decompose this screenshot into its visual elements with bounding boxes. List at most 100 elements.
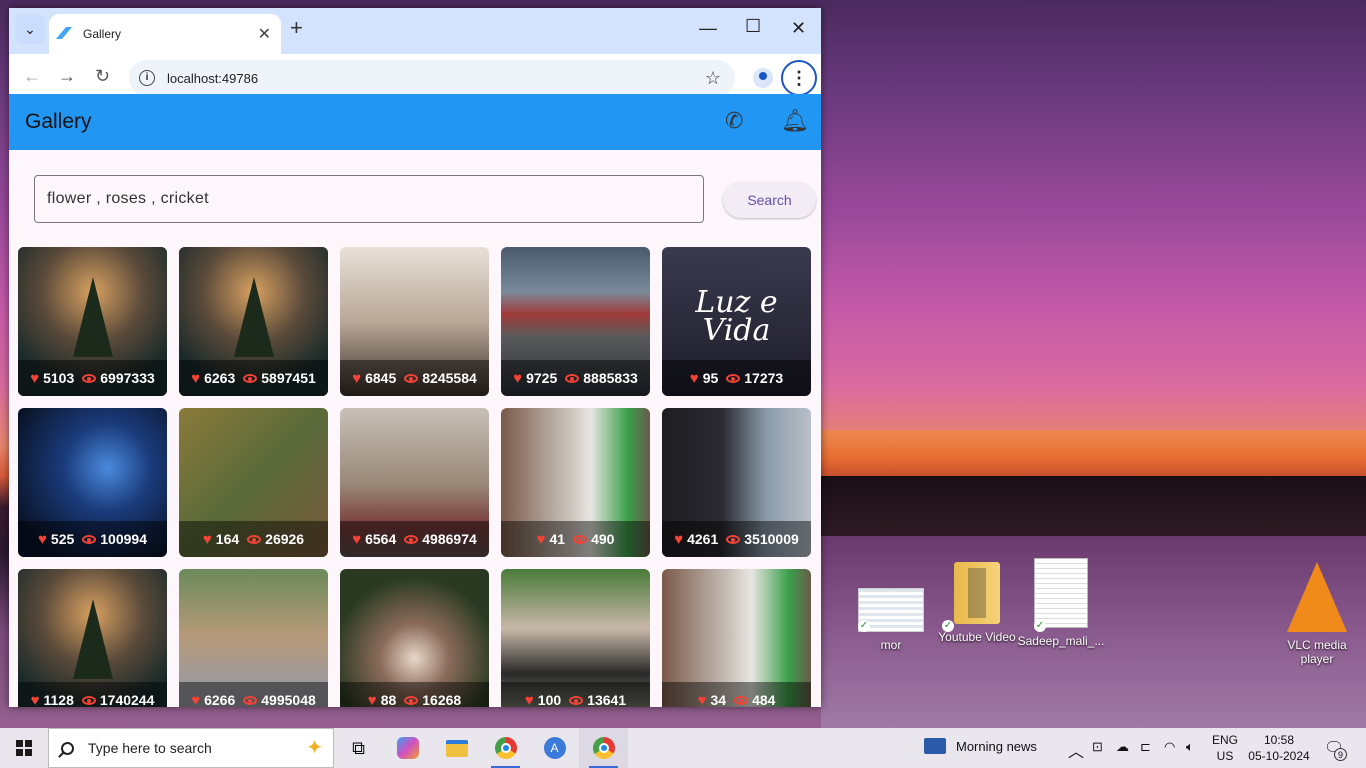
- file-explorer-button[interactable]: [432, 728, 481, 768]
- language-indicator[interactable]: ENG US: [1212, 732, 1238, 764]
- windows-logo-icon: [16, 740, 32, 756]
- heart-icon: ♥: [191, 369, 201, 387]
- folder-icon: [445, 739, 468, 757]
- views-count: 16268: [422, 692, 462, 707]
- network-device-icon[interactable]: ⊏: [1140, 739, 1151, 755]
- forward-button[interactable]: →: [58, 66, 76, 87]
- task-view-icon: ⧉: [352, 737, 365, 758]
- gallery-card[interactable]: ♥ 4261 3510009: [662, 408, 811, 557]
- bookmark-star-icon[interactable]: ☆: [705, 68, 721, 89]
- eye-icon: [569, 695, 584, 705]
- desktop-icon-youtube-video[interactable]: ✓ Youtube Video: [932, 562, 1022, 644]
- views-count: 4995048: [261, 692, 316, 707]
- chevron-down-icon: ⌄: [24, 20, 36, 37]
- gallery-card[interactable]: ♥ 6263 5897451: [179, 247, 328, 396]
- start-button[interactable]: [0, 728, 48, 768]
- app-bar: Gallery ✆ 🔔︎: [9, 94, 821, 150]
- taskbar-search-box[interactable]: Type here to search ✦: [48, 728, 334, 768]
- gallery-card[interactable]: ♥ 100 13641: [501, 569, 650, 707]
- desktop-icon-label: VLC media player: [1287, 638, 1347, 666]
- chrome-icon: [494, 737, 517, 759]
- android-studio-button[interactable]: A: [530, 728, 579, 768]
- gallery-card[interactable]: ♥ 6845 8245584: [340, 247, 489, 396]
- eye-icon: [726, 373, 741, 383]
- tab-gallery[interactable]: Gallery ✕: [49, 14, 281, 54]
- gallery-card[interactable]: ♥ 164 26926: [179, 408, 328, 557]
- news-icon: [924, 738, 946, 754]
- taskbar: Type here to search ✦ ⧉ A Morning news ︿…: [0, 728, 1366, 768]
- clock[interactable]: 10:58 05-10-2024: [1248, 732, 1310, 764]
- views-count: 1740244: [99, 692, 155, 707]
- eye-icon: [82, 373, 97, 383]
- card-stats: ♥ 4261 3510009: [662, 521, 811, 557]
- tab-search-dropdown[interactable]: ⌄: [15, 14, 45, 44]
- gallery-card[interactable]: Luz e Vida ♥ 95 17273: [662, 247, 811, 396]
- url-text: localhost:49786: [167, 70, 259, 86]
- search-button[interactable]: Search: [723, 182, 816, 218]
- heart-icon: ♥: [367, 691, 377, 708]
- task-view-button[interactable]: ⧉: [334, 728, 383, 768]
- onedrive-icon[interactable]: ☁: [1116, 739, 1129, 755]
- eye-icon: [82, 534, 97, 544]
- address-bar[interactable]: i localhost:49786 ☆: [129, 60, 735, 96]
- eye-icon: [243, 373, 258, 383]
- gallery-card[interactable]: ♥ 88 16268: [340, 569, 489, 707]
- eye-icon: [565, 373, 580, 383]
- reload-button[interactable]: ↻: [95, 66, 110, 87]
- flutter-favicon-icon: [59, 27, 73, 41]
- card-stats: ♥ 6266 4995048: [179, 682, 328, 707]
- card-stats: ♥ 6564 4986974: [340, 521, 489, 557]
- gallery-card[interactable]: ♥ 525 100994: [18, 408, 167, 557]
- back-button[interactable]: ←: [23, 66, 41, 87]
- gallery-card[interactable]: ♥ 1128 1740244: [18, 569, 167, 707]
- gallery-card[interactable]: ♥ 34 484: [662, 569, 811, 707]
- copilot-button[interactable]: [383, 728, 432, 768]
- gallery-card[interactable]: ♥ 9725 8885833: [501, 247, 650, 396]
- gallery-card[interactable]: ♥ 6266 4995048: [179, 569, 328, 707]
- wallpaper-sunset-glow: [821, 430, 1366, 478]
- bell-icon[interactable]: 🔔︎: [781, 108, 809, 134]
- card-stats: ♥ 41 490: [501, 521, 650, 557]
- views-count: 6997333: [100, 370, 155, 386]
- chrome-taskbar-button-2[interactable]: [579, 728, 628, 768]
- close-tab-icon[interactable]: ✕: [258, 24, 271, 44]
- profile-avatar-icon[interactable]: [753, 68, 773, 88]
- browser-menu-button[interactable]: ⋮: [781, 60, 817, 96]
- minimize-button[interactable]: —: [699, 18, 717, 39]
- maximize-button[interactable]: ☐: [745, 16, 761, 37]
- views-count: 4986974: [422, 531, 477, 547]
- close-window-button[interactable]: ✕: [791, 18, 806, 39]
- wifi-icon[interactable]: ◠: [1164, 739, 1175, 755]
- gallery-card[interactable]: ♥ 6564 4986974: [340, 408, 489, 557]
- notification-center-button[interactable]: 🗨︎ 9: [1324, 738, 1347, 761]
- phone-icon[interactable]: ✆: [725, 108, 743, 134]
- likes-count: 41: [549, 531, 566, 547]
- meet-icon[interactable]: ⊡: [1092, 739, 1103, 755]
- show-hidden-icons-button[interactable]: ︿: [1068, 738, 1084, 762]
- sync-check-icon: ✓: [942, 620, 954, 632]
- news-widget[interactable]: Morning news: [924, 738, 1037, 754]
- volume-icon[interactable]: 🔈︎: [1186, 739, 1194, 755]
- search-row: Search: [9, 150, 821, 245]
- clock-date: 05-10-2024: [1248, 749, 1310, 763]
- copilot-icon: [396, 737, 419, 759]
- new-tab-button[interactable]: +: [290, 17, 303, 39]
- desktop-icon-vlc[interactable]: VLC media player: [1272, 562, 1362, 666]
- site-info-icon[interactable]: i: [139, 70, 155, 86]
- chrome-taskbar-button-1[interactable]: [481, 728, 530, 768]
- wallpaper-shoreline: [821, 476, 1366, 536]
- likes-count: 6263: [204, 370, 236, 386]
- gallery-card[interactable]: ♥ 41 490: [501, 408, 650, 557]
- views-count: 490: [591, 531, 615, 547]
- likes-count: 6564: [365, 531, 397, 547]
- views-count: 100994: [100, 531, 147, 547]
- search-icon: [61, 741, 74, 755]
- desktop-icon-mor[interactable]: ✓ mor: [846, 560, 936, 652]
- eye-icon: [573, 534, 588, 544]
- gallery-card[interactable]: ♥ 5103 6997333: [18, 247, 167, 396]
- views-count: 8245584: [422, 370, 477, 386]
- likes-count: 100: [537, 692, 562, 707]
- search-input[interactable]: [34, 175, 704, 223]
- likes-count: 5103: [43, 370, 75, 386]
- desktop-icon-sadeep-mali[interactable]: ✓ Sadeep_mali_...: [1016, 558, 1106, 648]
